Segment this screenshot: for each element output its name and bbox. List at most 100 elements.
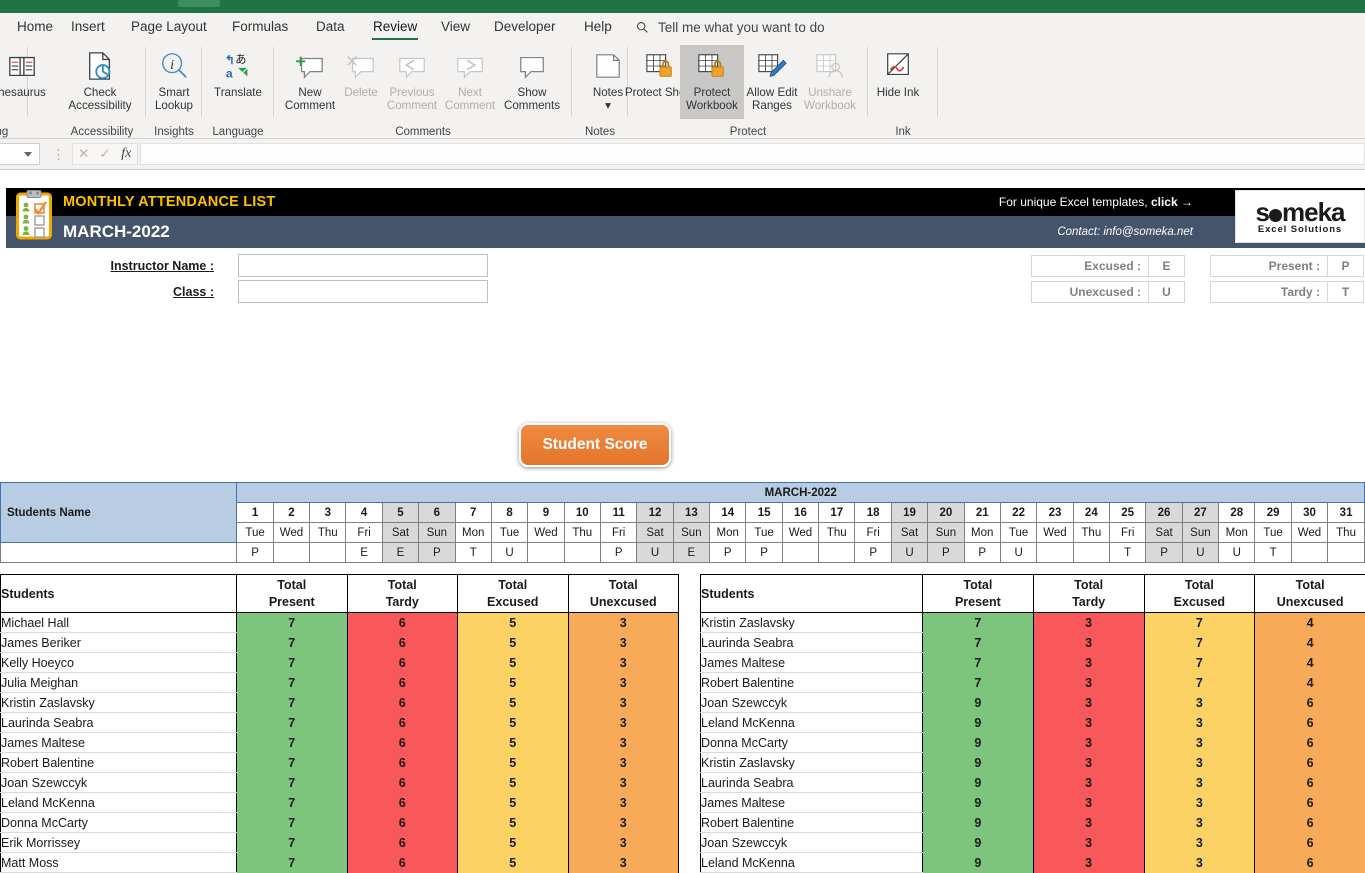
student-name-cell[interactable]: Kristin Zaslavsky — [1, 693, 237, 713]
student-name-cell[interactable]: James Beriker — [1, 633, 237, 653]
attendance-code-12[interactable]: U — [637, 543, 673, 563]
ribbon-tab-help[interactable]: Help — [575, 13, 621, 41]
attendance-code-4[interactable]: E — [346, 543, 382, 563]
student-name-cell[interactable]: Robert Balentine — [701, 813, 923, 833]
cancel-icon[interactable]: ✕ — [73, 146, 94, 162]
class-input[interactable] — [238, 280, 488, 303]
ribbon-tab-home[interactable]: Home — [8, 13, 62, 41]
attendance-code-21[interactable]: P — [964, 543, 1000, 563]
student-name-cell[interactable]: Laurinda Seabra — [1, 713, 237, 733]
attendance-code-24[interactable] — [1073, 543, 1109, 563]
attendance-code-27[interactable]: U — [1182, 543, 1218, 563]
attendance-code-3[interactable] — [310, 543, 346, 563]
student-name-cell[interactable]: Laurinda Seabra — [701, 633, 923, 653]
book-icon — [7, 48, 37, 84]
student-name-cell[interactable]: Erik Morrissey — [1, 833, 237, 853]
ribbon-button-hide-ink[interactable]: Hide Ink — [866, 45, 930, 119]
cta-link[interactable]: click → — [1151, 195, 1193, 209]
student-name-cell[interactable]: Donna McCarty — [701, 733, 923, 753]
ribbon-button-check-accessibility[interactable]: Check Accessibility — [68, 45, 132, 119]
day-name-6: Sun — [419, 523, 455, 543]
ribbon-tab-developer[interactable]: Developer — [485, 13, 565, 41]
student-name-cell[interactable]: James Maltese — [701, 793, 923, 813]
attendance-code-16[interactable] — [782, 543, 818, 563]
total-unexcused-cell: 3 — [568, 833, 679, 853]
attendance-code-19[interactable]: U — [891, 543, 927, 563]
attendance-code-26[interactable]: P — [1146, 543, 1182, 563]
day-name-8: Tue — [491, 523, 527, 543]
attendance-code-17[interactable] — [819, 543, 855, 563]
ribbon-button-show-comments[interactable]: Show Comments — [500, 45, 564, 119]
attendance-code-15[interactable]: P — [746, 543, 782, 563]
instructor-name-input[interactable] — [238, 254, 488, 277]
month-title: MARCH-2022 — [63, 216, 170, 248]
ribbon-tab-data[interactable]: Data — [307, 13, 354, 41]
ribbon-tab-insert[interactable]: Insert — [62, 13, 114, 41]
attendance-code-6[interactable]: P — [419, 543, 455, 563]
attendance-code-31[interactable] — [1328, 543, 1365, 563]
student-name-cell[interactable]: Donna McCarty — [1, 813, 237, 833]
student-name-cell[interactable]: Matt Moss — [1, 853, 237, 873]
quick-access-toolbar[interactable] — [178, 0, 220, 7]
attendance-code-5[interactable]: E — [382, 543, 418, 563]
attendance-code-13[interactable]: E — [673, 543, 709, 563]
student-name-cell[interactable]: Michael Hall — [1, 613, 237, 633]
attendance-code-30[interactable] — [1291, 543, 1327, 563]
name-box[interactable] — [0, 143, 40, 165]
templates-cta[interactable]: For unique Excel templates, click → — [999, 188, 1193, 216]
total-present-cell: 9 — [923, 753, 1034, 773]
attendance-code-29[interactable]: T — [1255, 543, 1291, 563]
ribbon-button-protect-workbook[interactable]: Protect Workbook — [680, 45, 744, 119]
attendance-code-14[interactable]: P — [710, 543, 746, 563]
attendance-code-18[interactable]: P — [855, 543, 891, 563]
attendance-code-10[interactable] — [564, 543, 600, 563]
student-name-cell[interactable]: Leland McKenna — [701, 713, 923, 733]
ribbon-button-smart-lookup[interactable]: iSmart Lookup — [142, 45, 206, 119]
student-name-cell[interactable]: Leland McKenna — [1, 793, 237, 813]
student-name-cell[interactable]: Kristin Zaslavsky — [701, 753, 923, 773]
ribbon-tab-view[interactable]: View — [432, 13, 479, 41]
student-name-cell[interactable]: Joan Szewccyk — [701, 693, 923, 713]
student-name-cell[interactable]: James Maltese — [1, 733, 237, 753]
student-name-cell[interactable]: Laurinda Seabra — [701, 773, 923, 793]
attendance-code-11[interactable]: P — [600, 543, 636, 563]
attendance-code-8[interactable]: U — [491, 543, 527, 563]
total-present-cell: 7 — [237, 613, 348, 633]
attendance-code-1[interactable]: P — [237, 543, 273, 563]
student-row-name-input[interactable] — [1, 543, 237, 563]
attendance-code-2[interactable] — [273, 543, 309, 563]
ribbon-tab-formulas[interactable]: Formulas — [223, 13, 297, 41]
someka-logo[interactable]: smeka Excel Solutions — [1235, 190, 1365, 243]
attendance-code-23[interactable] — [1037, 543, 1073, 563]
day-name-27: Sun — [1182, 523, 1218, 543]
attendance-code-22[interactable]: U — [1000, 543, 1036, 563]
attendance-code-9[interactable] — [528, 543, 564, 563]
student-name-cell[interactable]: James Maltese — [701, 653, 923, 673]
table-row: Donna McCarty7653 — [1, 813, 679, 833]
student-name-cell[interactable]: Robert Balentine — [1, 753, 237, 773]
ribbon-tab-page-layout[interactable]: Page Layout — [122, 13, 216, 41]
student-name-cell[interactable]: Leland McKenna — [701, 853, 923, 873]
fx-icon[interactable]: fx — [116, 146, 137, 162]
svg-text:i: i — [170, 57, 174, 73]
ribbon-button-hesaurus[interactable]: hesaurus — [0, 45, 54, 119]
formula-input[interactable] — [140, 143, 1365, 165]
attendance-code-25[interactable]: T — [1110, 543, 1146, 563]
attendance-code-7[interactable]: T — [455, 543, 491, 563]
attendance-code-28[interactable]: U — [1219, 543, 1255, 563]
day-name-1: Tue — [237, 523, 273, 543]
ribbon-button-translate[interactable]: ↰あaTranslate — [206, 45, 270, 119]
student-name-cell[interactable]: Kelly Hoeyco — [1, 653, 237, 673]
confirm-icon[interactable]: ✓ — [94, 146, 115, 162]
student-score-button[interactable]: Student Score — [519, 423, 671, 467]
tell-me-search[interactable]: Tell me what you want to do — [636, 13, 825, 41]
day-number-17: 17 — [819, 503, 855, 523]
student-name-cell[interactable]: Joan Szewccyk — [1, 773, 237, 793]
student-name-cell[interactable]: Robert Balentine — [701, 673, 923, 693]
student-name-cell[interactable]: Julia Meighan — [1, 673, 237, 693]
student-name-cell[interactable]: Joan Szewccyk — [701, 833, 923, 853]
ribbon-tab-review[interactable]: Review — [364, 13, 426, 41]
attendance-code-20[interactable]: P — [928, 543, 964, 563]
total-tardy-cell: 3 — [1033, 753, 1144, 773]
student-name-cell[interactable]: Kristin Zaslavsky — [701, 613, 923, 633]
